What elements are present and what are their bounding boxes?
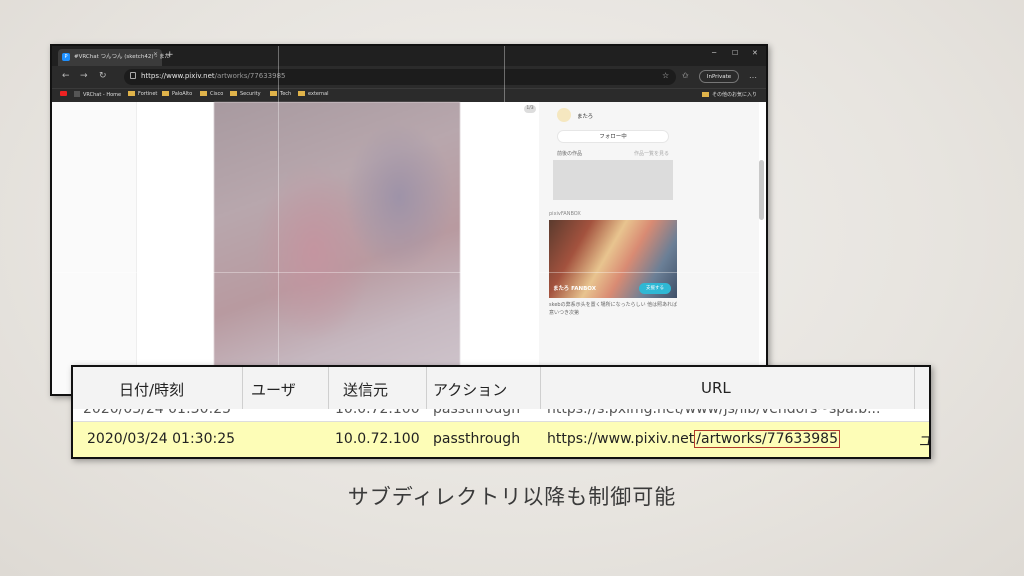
youtube-icon <box>60 91 67 96</box>
url-path-highlight: /artworks/77633985 <box>694 430 840 448</box>
recent-works-thumbnails[interactable] <box>553 160 673 200</box>
column-user: ユーザ <box>243 367 329 409</box>
cell-source: 10.0.72.100 <box>335 431 420 447</box>
column-source: 送信元 <box>329 367 427 409</box>
fanbox-banner[interactable]: またろ FANBOX 支援する <box>549 220 677 298</box>
table-row-partial: 2020/03/24 01:30:25 10.0.72.100 passthro… <box>73 409 929 421</box>
cell-url: https://s.pximg.net/www/js/lib/vendors~s… <box>547 409 881 417</box>
bookmark-vrchat[interactable]: VRChat - Home <box>74 91 121 98</box>
folder-icon <box>270 91 277 96</box>
new-tab-icon[interactable]: + <box>166 50 174 60</box>
maximize-icon[interactable]: ☐ <box>732 49 738 57</box>
author-sidebar: またろ フォロー中 前後の作品 作品一覧を見る pixivFANBOX またろ … <box>539 102 759 394</box>
header-user[interactable]: ユーザ <box>251 379 296 400</box>
browser-tab[interactable]: P #VRChat つんつん (sketch42) - また ✕ <box>58 49 170 66</box>
bookmark-external[interactable]: external <box>298 91 329 97</box>
folder-icon <box>230 91 237 96</box>
cell-overflow: ユ <box>919 431 929 451</box>
fanbox-description: skebの弊系示头を置く場所になったらしい 他は照あれば意いつき次第 <box>549 302 678 316</box>
browser-screenshot: P #VRChat つんつん (sketch42) - また ✕ + ─ ☐ ✕… <box>50 44 768 396</box>
cell-datetime: 2020/03/24 01:30:25 <box>83 409 232 417</box>
header-url[interactable]: URL <box>701 379 731 397</box>
folder-icon <box>298 91 305 96</box>
author-name[interactable]: またろ <box>577 112 593 120</box>
cell-url: https://www.pixiv.net/artworks/77633985 <box>547 430 840 448</box>
folder-icon <box>162 91 169 96</box>
bookmark-other[interactable]: その他のお気に入り <box>702 91 757 98</box>
browser-titlebar: P #VRChat つんつん (sketch42) - また ✕ + ─ ☐ ✕ <box>52 46 766 66</box>
pixiv-page: 1/3 またろ フォロー中 前後の作品 作品一覧を見る pixivFANBOX … <box>52 102 766 394</box>
recent-works-label: 前後の作品 <box>557 151 583 157</box>
column-action: アクション <box>427 367 541 409</box>
folder-icon <box>128 91 135 96</box>
header-source[interactable]: 送信元 <box>343 379 388 400</box>
header-datetime[interactable]: 日付/時刻 <box>119 379 184 400</box>
close-window-icon[interactable]: ✕ <box>752 49 758 57</box>
url-host: https://www.pixiv.net <box>547 431 695 447</box>
lock-icon <box>130 72 136 79</box>
folder-icon <box>702 92 709 97</box>
tab-close-icon[interactable]: ✕ <box>153 51 158 58</box>
star-icon[interactable]: ☆ <box>662 71 669 80</box>
artwork-blob <box>344 122 454 272</box>
follow-button[interactable]: フォロー中 <box>557 130 669 143</box>
vrchat-icon <box>74 91 80 97</box>
page-counter: 1/3 <box>524 105 536 113</box>
bookmark-youtube[interactable] <box>60 91 70 97</box>
table-header: 日付/時刻 ユーザ 送信元 アクション URL <box>73 367 929 410</box>
folder-icon <box>200 91 207 96</box>
bookmark-cisco[interactable]: Cisco <box>200 91 223 97</box>
minimize-icon[interactable]: ─ <box>712 49 716 57</box>
bookmarks-bar: VRChat - Home Fortinet PaloAlto Cisco Se… <box>52 88 766 102</box>
cell-source: 10.0.72.100 <box>335 409 420 417</box>
browser-toolbar: ← → ↻ https://www.pixiv.net/artworks/776… <box>52 66 766 88</box>
inprivate-badge[interactable]: InPrivate <box>699 70 739 83</box>
cell-action: passthrough <box>433 431 521 447</box>
header-action[interactable]: アクション <box>433 379 507 400</box>
fanbox-label: pixivFANBOX <box>549 211 581 217</box>
scrollbar[interactable] <box>759 160 764 220</box>
fanbox-logo: またろ FANBOX <box>553 286 596 292</box>
address-url: https://www.pixiv.net/artworks/77633985 <box>141 72 286 80</box>
avatar[interactable] <box>557 108 571 122</box>
guide-line <box>504 46 505 394</box>
bookmark-security[interactable]: Security <box>230 91 261 97</box>
slide-caption: サブディレクトリ以降も制御可能 <box>347 485 677 509</box>
column-url: URL <box>541 367 915 409</box>
see-all-link[interactable]: 作品一覧を見る <box>634 150 669 157</box>
support-button[interactable]: 支援する <box>639 283 671 294</box>
cell-datetime: 2020/03/24 01:30:25 <box>87 431 236 447</box>
artwork-image-blurred[interactable] <box>214 102 460 394</box>
table-row-highlighted[interactable]: 2020/03/24 01:30:25 10.0.72.100 passthro… <box>73 421 929 457</box>
address-bar[interactable]: https://www.pixiv.net/artworks/77633985 <box>124 69 676 85</box>
refresh-icon[interactable]: ↻ <box>99 71 107 81</box>
guide-line <box>278 46 279 394</box>
traffic-log-table: 日付/時刻 ユーザ 送信元 アクション URL 2020/03/24 01:30… <box>71 365 931 459</box>
more-menu-icon[interactable]: … <box>749 71 757 80</box>
column-datetime: 日付/時刻 <box>73 367 243 409</box>
forward-icon[interactable]: → <box>80 71 88 81</box>
favorites-icon[interactable]: ✩ <box>682 71 689 80</box>
bookmark-tech[interactable]: Tech <box>270 91 291 97</box>
back-icon[interactable]: ← <box>62 71 70 81</box>
bookmark-paloalto[interactable]: PaloAlto <box>162 91 192 97</box>
guide-line <box>52 272 766 273</box>
pixiv-favicon-icon: P <box>62 53 70 61</box>
bookmark-fortinet[interactable]: Fortinet <box>128 91 157 97</box>
left-pane <box>52 102 137 394</box>
cell-action: passthrough <box>433 409 521 417</box>
